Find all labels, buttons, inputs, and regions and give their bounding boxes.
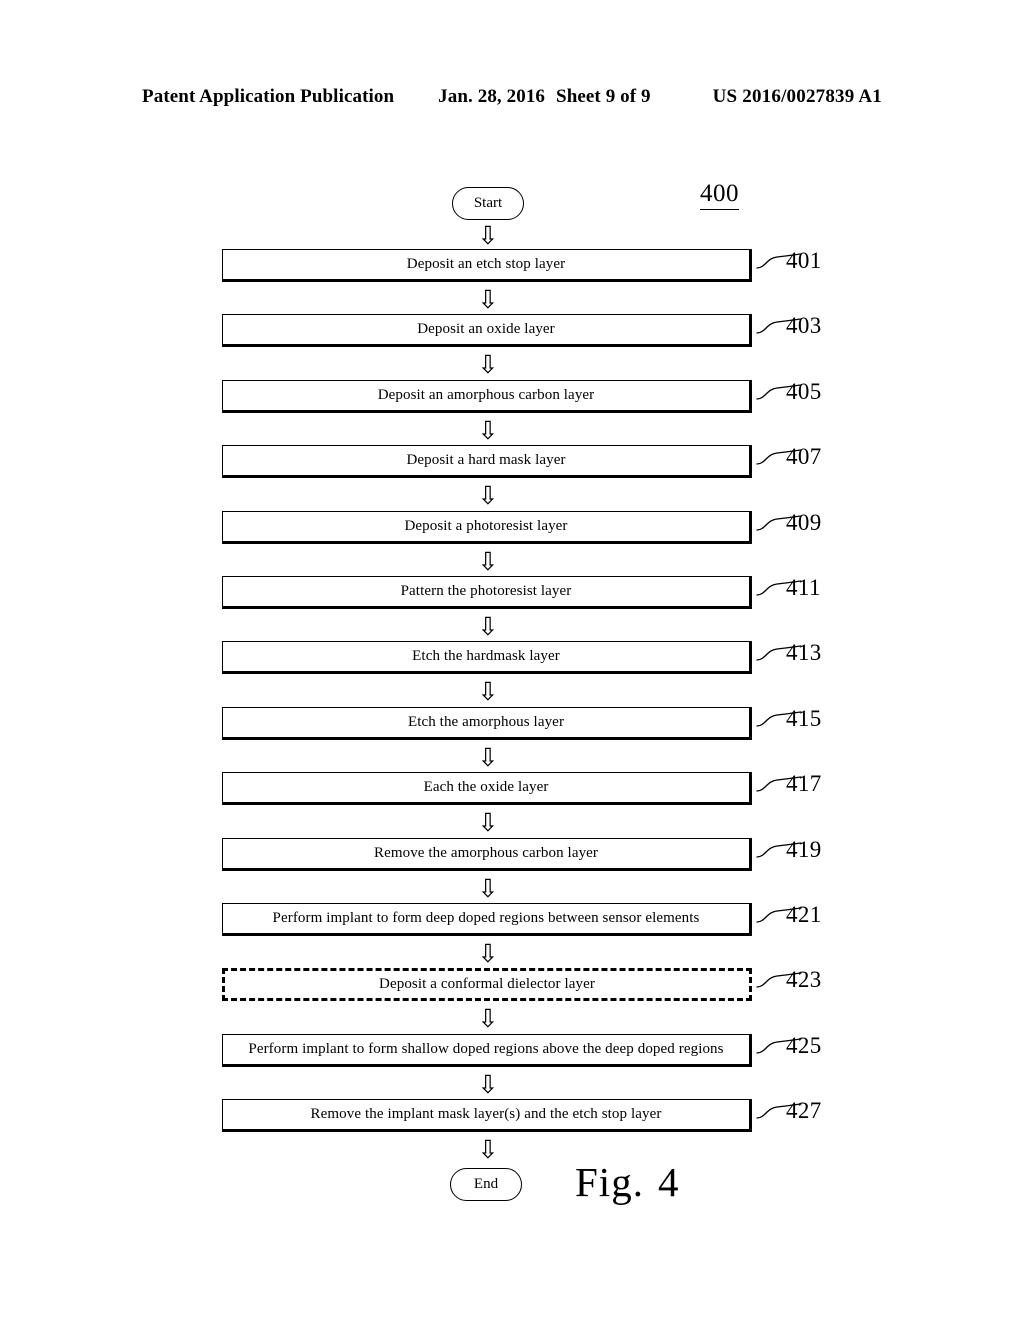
flow-step-label: Perform implant to form deep doped regio… xyxy=(272,910,700,926)
flowchart-figure: 400 Start ⇩ Deposit an etch stop layer 401… xyxy=(0,0,1024,1320)
flow-step-407: Deposit a hard mask layer xyxy=(222,445,752,479)
flow-step-415: Etch the amorphous layer xyxy=(222,706,752,740)
reference-number-417: 417 xyxy=(786,771,822,797)
reference-number-415: 415 xyxy=(786,705,822,731)
flow-step-403: Deposit an oxide layer xyxy=(222,314,752,348)
reference-number-419: 419 xyxy=(786,836,822,862)
end-terminator-label: End xyxy=(473,1176,499,1192)
figure-caption-prefix: Fig. xyxy=(575,1159,644,1205)
flow-step-413: Etch the hardmask layer xyxy=(222,641,752,675)
figure-caption: Fig. 4 xyxy=(575,1158,679,1206)
end-terminator: End xyxy=(450,1168,522,1201)
start-terminator-label: Start xyxy=(473,195,503,211)
flow-reference-label-text: 400 xyxy=(700,180,739,210)
flow-step-label: Each the oxide layer xyxy=(423,779,549,796)
flow-step-425: Perform implant to form shallow doped re… xyxy=(222,1033,752,1067)
flow-step-label: Deposit an amorphous carbon layer xyxy=(377,386,595,403)
flow-step-label: Deposit a photoresist layer xyxy=(404,517,568,534)
flow-step-label: Deposit a hard mask layer xyxy=(406,452,566,469)
reference-number-407: 407 xyxy=(786,444,822,470)
flow-step-421: Perform implant to form deep doped regio… xyxy=(222,903,752,936)
flow-arrow: ⇩ xyxy=(477,285,499,314)
reference-number-409: 409 xyxy=(786,509,822,535)
flow-step-419: Remove the amorphous carbon layer xyxy=(222,837,752,871)
flow-arrow: ⇩ xyxy=(477,546,499,576)
flow-arrow: ⇩ xyxy=(477,481,499,511)
flow-reference-label: 400 xyxy=(700,180,739,210)
flow-step-417: Each the oxide layer xyxy=(222,772,752,806)
flow-arrow: ⇩ xyxy=(477,350,499,380)
reference-number-427: 427 xyxy=(786,1098,822,1124)
flow-arrow: ⇩ xyxy=(477,415,499,445)
reference-number-425: 425 xyxy=(786,1032,822,1058)
flow-step-427: Remove the implant mask layer(s) and the… xyxy=(222,1099,752,1133)
reference-number-401: 401 xyxy=(786,248,822,273)
flow-arrow: ⇩ xyxy=(477,612,499,641)
reference-number-423: 423 xyxy=(786,967,822,993)
flow-arrow: ⇩ xyxy=(477,221,499,250)
reference-number-413: 413 xyxy=(786,640,822,666)
flow-step-label: Remove the implant mask layer(s) and the… xyxy=(310,1106,662,1123)
figure-caption-number: 4 xyxy=(657,1159,680,1205)
reference-number-403: 403 xyxy=(786,313,822,339)
flow-step-401: Deposit an etch stop layer xyxy=(222,249,752,282)
flow-arrow: ⇩ xyxy=(477,742,499,772)
flow-arrow: ⇩ xyxy=(477,873,499,903)
flow-step-409: Deposit a photoresist layer xyxy=(222,510,752,544)
flow-step-label: Etch the amorphous layer xyxy=(407,713,565,730)
flow-arrow: ⇩ xyxy=(477,1004,499,1034)
flow-arrow: ⇩ xyxy=(477,1069,499,1099)
flow-step-label: Pattern the photoresist layer xyxy=(400,583,572,599)
start-terminator: Start xyxy=(452,187,524,220)
reference-number-421: 421 xyxy=(786,902,822,927)
flow-step-411: Pattern the photoresist layer xyxy=(222,576,752,609)
flow-step-label: Remove the amorphous carbon layer xyxy=(373,844,599,861)
flow-step-label: Deposit a conformal dielector layer xyxy=(379,976,595,993)
reference-number-411: 411 xyxy=(786,575,821,600)
flow-step-label: Deposit an etch stop layer xyxy=(406,256,566,272)
flow-arrow: ⇩ xyxy=(477,1135,499,1165)
flow-step-423: Deposit a conformal dielector layer xyxy=(222,968,752,1002)
flow-arrow: ⇩ xyxy=(477,677,499,707)
flow-arrow: ⇩ xyxy=(477,939,499,968)
flow-step-label: Perform implant to form shallow doped re… xyxy=(248,1040,724,1057)
flow-step-405: Deposit an amorphous carbon layer xyxy=(222,379,752,413)
flow-step-label: Etch the hardmask layer xyxy=(412,648,560,665)
reference-number-405: 405 xyxy=(786,378,822,404)
flow-arrow: ⇩ xyxy=(477,808,499,838)
flow-step-label: Deposit an oxide layer xyxy=(417,321,555,338)
